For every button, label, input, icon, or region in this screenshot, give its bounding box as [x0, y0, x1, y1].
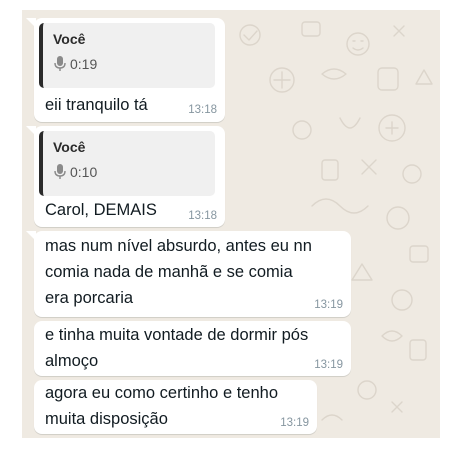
- quoted-author: Você: [53, 31, 86, 47]
- quoted-voice-message[interactable]: Você 0:10: [39, 131, 215, 196]
- message-bubble[interactable]: e tinha muita vontade de dormir pós almo…: [34, 321, 351, 376]
- message-text: e tinha muita vontade de dormir pós almo…: [45, 326, 309, 370]
- quoted-voice-message[interactable]: Você 0:19: [39, 23, 215, 88]
- message-text: agora eu como certinho e tenho muita dis…: [45, 384, 278, 428]
- message-text: mas num nível absurdo, antes eu nn comia…: [45, 237, 312, 307]
- message-text: eii tranquilo tá: [45, 96, 148, 114]
- quoted-audio-duration: 0:19: [70, 56, 98, 72]
- microphone-icon: [54, 56, 66, 71]
- message-bubble[interactable]: Você 0:19 eii tranquilo tá 13:18: [26, 18, 225, 122]
- microphone-icon: [54, 164, 66, 179]
- message-time: 13:18: [188, 210, 217, 222]
- message-time: 13:18: [188, 104, 217, 116]
- message-bubble[interactable]: Você 0:10 Carol, DEMAIS 13:18: [26, 126, 225, 227]
- message-time: 13:19: [314, 299, 343, 311]
- message-time: 13:19: [314, 359, 343, 371]
- message-text: Carol, DEMAIS: [45, 201, 157, 219]
- message-time: 13:19: [280, 417, 309, 429]
- chat-area: Você 0:19 eii tranquilo tá 13:18 Você 0:…: [22, 10, 440, 438]
- message-bubble[interactable]: mas num nível absurdo, antes eu nn comia…: [26, 231, 351, 317]
- message-bubble[interactable]: agora eu como certinho e tenho muita dis…: [34, 380, 317, 434]
- quoted-author: Você: [53, 139, 86, 155]
- quoted-audio-duration: 0:10: [70, 164, 98, 180]
